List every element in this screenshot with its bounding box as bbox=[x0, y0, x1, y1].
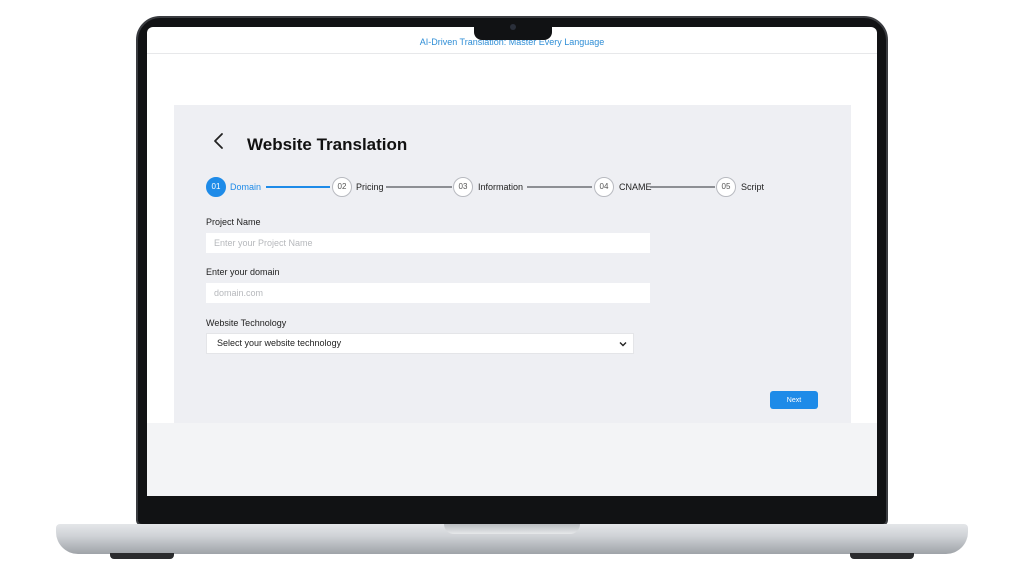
technology-label: Website Technology bbox=[206, 318, 287, 328]
domain-input[interactable] bbox=[206, 283, 650, 303]
step-connector-4 bbox=[650, 186, 715, 188]
step-circle-domain[interactable]: 01 bbox=[206, 177, 226, 197]
next-button[interactable]: Next bbox=[770, 391, 818, 409]
laptop-foot-right bbox=[850, 553, 914, 559]
step-label-script[interactable]: Script bbox=[741, 182, 764, 192]
step-label-information[interactable]: Information bbox=[478, 182, 523, 192]
step-circle-pricing[interactable]: 02 bbox=[332, 177, 352, 197]
project-name-label: Project Name bbox=[206, 217, 261, 227]
back-button[interactable] bbox=[212, 131, 228, 151]
chevron-left-icon bbox=[214, 133, 223, 149]
project-name-input[interactable] bbox=[206, 233, 650, 253]
progress-stepper: 01 Domain 02 Pricing 03 Information 04 C… bbox=[206, 177, 776, 199]
laptop-foot-left bbox=[110, 553, 174, 559]
laptop-opening-groove bbox=[444, 524, 580, 534]
step-circle-cname[interactable]: 04 bbox=[594, 177, 614, 197]
domain-label: Enter your domain bbox=[206, 267, 280, 277]
step-circle-script[interactable]: 05 bbox=[716, 177, 736, 197]
form-card: Website Translation 01 Domain 02 Pricing… bbox=[174, 105, 851, 427]
page-title: Website Translation bbox=[247, 135, 408, 154]
step-circle-information[interactable]: 03 bbox=[453, 177, 473, 197]
technology-select[interactable]: Select your website technology bbox=[206, 333, 634, 354]
page-body: Website Translation 01 Domain 02 Pricing… bbox=[147, 55, 877, 427]
step-label-domain[interactable]: Domain bbox=[230, 182, 261, 192]
step-label-cname[interactable]: CNAME bbox=[619, 182, 652, 192]
step-connector-2 bbox=[386, 186, 452, 188]
camera-notch bbox=[474, 18, 552, 40]
chevron-down-icon bbox=[619, 342, 627, 347]
step-connector-3 bbox=[527, 186, 592, 188]
technology-select-value: Select your website technology bbox=[217, 338, 342, 348]
camera-icon bbox=[510, 24, 516, 30]
page-footer bbox=[147, 423, 877, 496]
laptop-screen: AI-Driven Translation: Master Every Lang… bbox=[147, 27, 877, 496]
step-connector-1 bbox=[266, 186, 330, 188]
step-label-pricing[interactable]: Pricing bbox=[356, 182, 384, 192]
